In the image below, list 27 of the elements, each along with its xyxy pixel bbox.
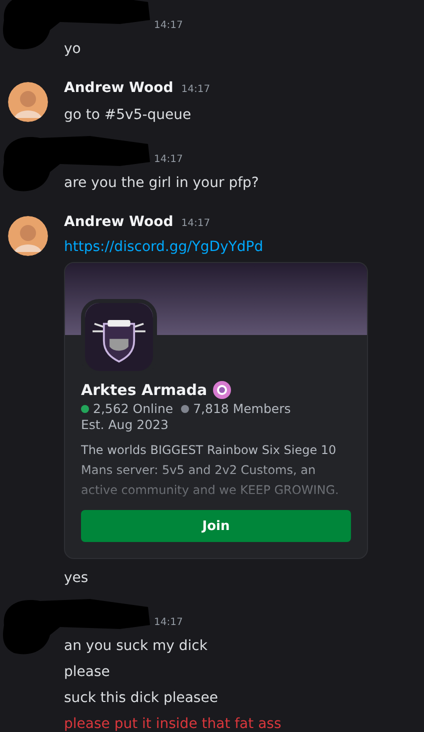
- avatar[interactable]: [8, 82, 48, 122]
- member-dot: [181, 404, 190, 412]
- author-name[interactable]: Andrew Wood: [64, 214, 174, 230]
- message-text: yes: [64, 569, 90, 588]
- timestamp: 14:17: [181, 218, 210, 229]
- timestamp: 14:17: [154, 617, 183, 628]
- badge-icon: [213, 381, 232, 399]
- timestamp: 14:17: [181, 84, 210, 95]
- author-name[interactable]: Andrew Wood: [64, 80, 174, 96]
- message-text: please put it inside that fat ass: [64, 715, 282, 732]
- message-text: suck this dick pleasee: [64, 689, 219, 708]
- server-name: Arktes Armada: [81, 381, 208, 399]
- message-text: are you the girl in your pfp?: [64, 174, 260, 193]
- message-text: please: [64, 663, 111, 682]
- online-dot: [81, 404, 89, 412]
- member-count: 7,818 Members: [193, 401, 291, 416]
- timestamp: 14:17: [154, 154, 183, 165]
- message-text: go to #5v5-queue: [64, 106, 192, 125]
- avatar[interactable]: [8, 216, 48, 256]
- timestamp: 14:17: [154, 20, 183, 31]
- established-date: Est. Aug 2023: [81, 417, 170, 432]
- invite-link[interactable]: https://discord.gg/YgDyYdPd: [64, 236, 424, 258]
- online-count: 2,562 Online: [93, 401, 174, 416]
- message-text: yo: [64, 40, 82, 59]
- join-button[interactable]: Join: [81, 510, 351, 542]
- server-description: The worlds BIGGEST Rainbow Six Siege 10 Mans server: 5v5 and 2v2 Customs, an active community and we KEEP GROWING.: [81, 442, 340, 499]
- message-text: an you suck my dick: [64, 637, 208, 656]
